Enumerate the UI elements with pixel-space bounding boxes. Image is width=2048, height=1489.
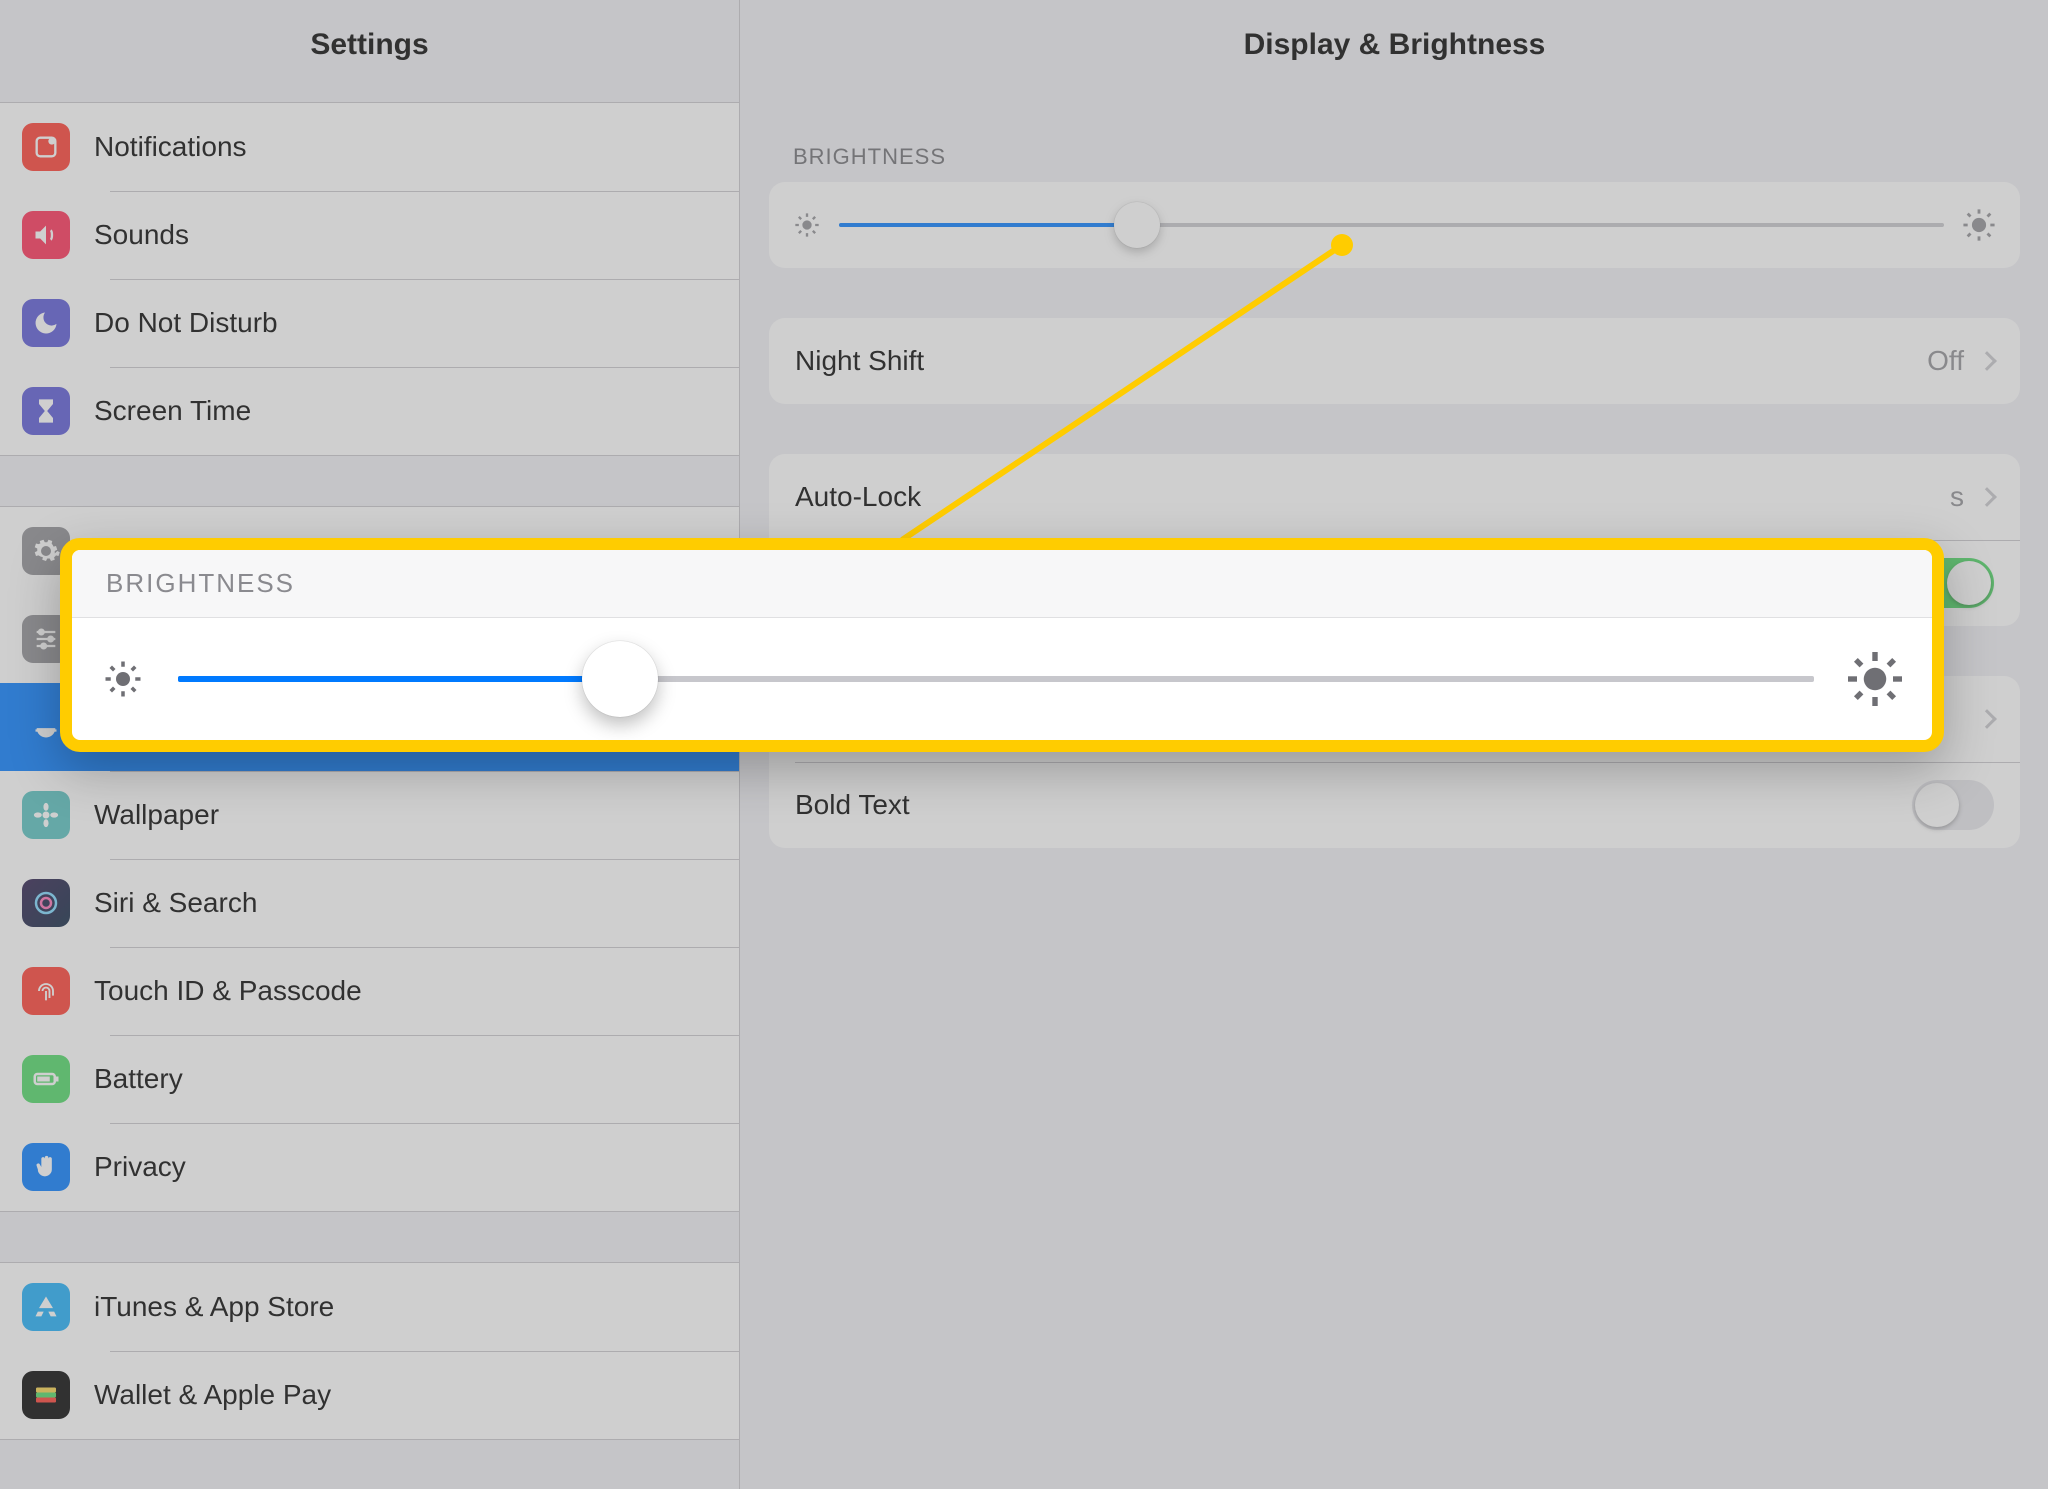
- slider-knob[interactable]: [582, 641, 658, 717]
- sidebar-item-sounds[interactable]: Sounds: [0, 191, 739, 279]
- sidebar-item-label: iTunes & App Store: [94, 1291, 334, 1323]
- sidebar-item-label: Touch ID & Passcode: [94, 975, 362, 1007]
- brightness-high-icon: [1848, 652, 1902, 706]
- sidebar-item-label: Wallet & Apple Pay: [94, 1379, 331, 1411]
- sidebar-item-touch-id-passcode[interactable]: Touch ID & Passcode: [0, 947, 739, 1035]
- brightness-low-icon: [793, 211, 821, 239]
- auto-lock-label: Auto-Lock: [795, 481, 921, 513]
- battery-icon: [22, 1055, 70, 1103]
- sidebar-item-screen-time[interactable]: Screen Time: [0, 367, 739, 455]
- chevron-right-icon: [1977, 709, 1997, 729]
- flower-icon: [22, 791, 70, 839]
- sidebar-item-label: Do Not Disturb: [94, 307, 278, 339]
- sidebar-group: Notifications Sounds Do Not Disturb Scre…: [0, 102, 739, 456]
- auto-lock-row[interactable]: Auto-Lock s: [769, 454, 2020, 540]
- sidebar-item-wallpaper[interactable]: Wallpaper: [0, 771, 739, 859]
- sounds-icon: [22, 211, 70, 259]
- siri-icon: [22, 879, 70, 927]
- auto-lock-value: s: [1950, 481, 1964, 513]
- sidebar-item-wallet-apple-pay[interactable]: Wallet & Apple Pay: [0, 1351, 739, 1439]
- sidebar-item-label: Battery: [94, 1063, 183, 1095]
- moon-icon: [22, 299, 70, 347]
- sidebar-title: Settings: [0, 0, 739, 102]
- slider-fill: [839, 223, 1137, 227]
- callout-anchor-dot: [1331, 234, 1353, 256]
- brightness-slider[interactable]: [178, 676, 1814, 682]
- sidebar-item-notifications[interactable]: Notifications: [0, 103, 739, 191]
- callout-header: BRIGHTNESS: [72, 550, 1932, 618]
- sidebar-group: iTunes & App Store Wallet & Apple Pay: [0, 1262, 739, 1440]
- app-store-icon: [22, 1283, 70, 1331]
- night-shift-value: Off: [1927, 345, 1964, 377]
- brightness-callout: BRIGHTNESS: [60, 538, 1944, 752]
- night-shift-label: Night Shift: [795, 345, 924, 377]
- slider-knob[interactable]: [1114, 202, 1160, 248]
- sidebar-item-siri-search[interactable]: Siri & Search: [0, 859, 739, 947]
- bold-text-label: Bold Text: [795, 789, 910, 821]
- brightness-section-header: BRIGHTNESS: [741, 102, 2048, 182]
- sidebar-item-label: Sounds: [94, 219, 189, 251]
- brightness-slider[interactable]: [839, 223, 1944, 227]
- sidebar-item-itunes-app-store[interactable]: iTunes & App Store: [0, 1263, 739, 1351]
- wallet-icon: [22, 1371, 70, 1419]
- sidebar-item-do-not-disturb[interactable]: Do Not Disturb: [0, 279, 739, 367]
- brightness-card: [769, 182, 2020, 268]
- sidebar-item-label: Notifications: [94, 131, 247, 163]
- night-shift-row[interactable]: Night Shift Off: [769, 318, 2020, 404]
- chevron-right-icon: [1977, 351, 1997, 371]
- notifications-icon: [22, 123, 70, 171]
- hand-icon: [22, 1143, 70, 1191]
- callout-slider-row[interactable]: [72, 618, 1932, 740]
- slider-fill: [178, 676, 620, 682]
- brightness-slider-row[interactable]: [769, 182, 2020, 268]
- sidebar-item-label: Siri & Search: [94, 887, 257, 919]
- bold-text-toggle[interactable]: [1912, 780, 1994, 830]
- sidebar-item-privacy[interactable]: Privacy: [0, 1123, 739, 1211]
- hourglass-icon: [22, 387, 70, 435]
- bold-text-row[interactable]: Bold Text: [769, 762, 2020, 848]
- brightness-high-icon: [1962, 208, 1996, 242]
- sidebar-item-label: Screen Time: [94, 395, 251, 427]
- panel-title: Display & Brightness: [741, 0, 2048, 102]
- brightness-low-icon: [102, 658, 144, 700]
- chevron-right-icon: [1977, 487, 1997, 507]
- sidebar-item-label: Privacy: [94, 1151, 186, 1183]
- night-shift-card: Night Shift Off: [769, 318, 2020, 404]
- sidebar-item-battery[interactable]: Battery: [0, 1035, 739, 1123]
- fingerprint-icon: [22, 967, 70, 1015]
- sidebar-item-label: Wallpaper: [94, 799, 219, 831]
